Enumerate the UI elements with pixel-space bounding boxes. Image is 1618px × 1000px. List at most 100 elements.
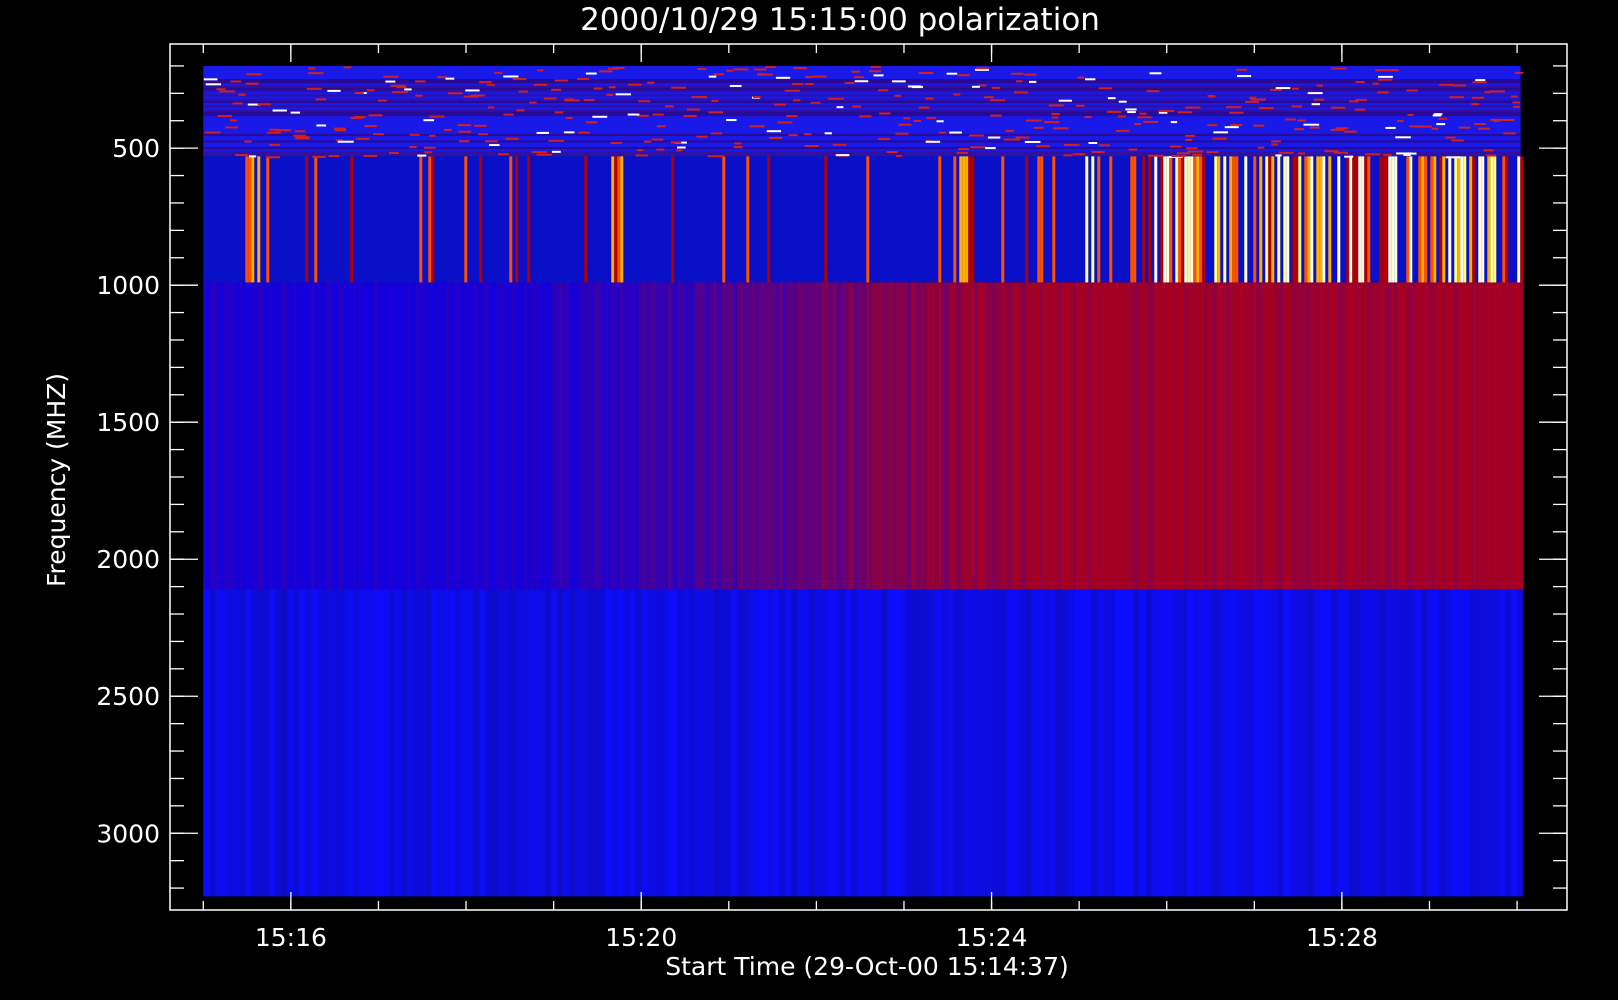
heatmap-column [560,282,564,590]
heatmap-fleck [203,78,218,81]
heatmap-column [1004,282,1008,590]
y-tick-label: 2000 [96,545,160,574]
heatmap-fleck [811,75,827,78]
heatmap-fleck [272,109,287,112]
heatmap-column [599,282,603,590]
heatmap-fleck [327,89,341,92]
heatmap-column [371,589,378,897]
heatmap-column [467,589,474,897]
heatmap-burst [1517,156,1521,283]
heatmap-fleck [1125,108,1137,111]
heatmap-burst [1040,156,1044,283]
heatmap-column [1031,282,1035,590]
heatmap-column [416,282,420,590]
heatmap-fleck [925,97,934,100]
heatmap-fleck [585,72,597,75]
heatmap-column [1097,282,1101,590]
heatmap-column [1496,282,1500,590]
heatmap-column [995,589,1002,897]
heatmap-fleck [1225,106,1242,109]
heatmap-fleck [696,135,708,138]
heatmap-column [917,282,921,590]
heatmap-fleck [1483,149,1494,152]
heatmap-column [941,589,948,897]
heatmap-column [695,589,702,897]
heatmap-fleck [1149,72,1162,75]
heatmap-column [1067,282,1071,590]
heatmap-column [908,282,912,590]
heatmap-column [635,589,642,897]
heatmap-column [863,282,867,590]
heatmap-fleck [1158,110,1175,113]
heatmap-column [659,282,663,590]
heatmap-column [545,282,549,590]
heatmap-column [329,589,336,897]
heatmap-column [1439,282,1443,590]
heatmap-burst [1319,156,1323,283]
heatmap-fleck [1316,84,1323,87]
heatmap-fleck [429,115,445,118]
heatmap-fleck [230,80,242,83]
heatmap-column [1457,282,1461,590]
heatmap-fleck [895,132,909,135]
heatmap-column [1052,282,1056,590]
heatmap-fleck [670,141,682,144]
heatmap-column [1001,589,1008,897]
heatmap-fleck [784,89,800,92]
heatmap-column [1505,589,1512,897]
heatmap-column [254,282,258,590]
heatmap-fleck [1236,68,1248,71]
heatmap-burst [1442,156,1446,283]
heatmap-fleck [518,90,528,93]
heatmap-burst [1097,156,1101,283]
heatmap-column [725,589,732,897]
heatmap-fleck [390,84,406,87]
heatmap-burst [266,156,270,283]
heatmap-fleck [1187,150,1204,153]
heatmap-fleck [1489,90,1505,93]
heatmap-column [1034,282,1038,590]
heatmap-fleck [498,153,509,156]
heatmap-fleck [1025,119,1042,122]
heatmap-column [1295,589,1302,897]
heatmap-column [350,282,354,590]
heatmap-burst [1193,156,1197,283]
heatmap-fleck [328,155,340,158]
heatmap-column [746,282,750,590]
heatmap-column [836,282,840,590]
heatmap-column [719,282,723,590]
heatmap-column [1298,282,1302,590]
heatmap-column [1013,589,1020,897]
heatmap-fleck [295,130,305,133]
heatmap-fleck [1438,117,1448,120]
heatmap-column [1301,589,1308,897]
heatmap-burst [1502,156,1506,283]
heatmap-column [1415,282,1419,590]
heatmap-burst [1181,156,1185,283]
heatmap-column [1517,589,1524,897]
heatmap-column [1271,282,1275,590]
heatmap-fleck [248,155,257,158]
heatmap-column [1487,282,1491,590]
heatmap-column [1385,589,1392,897]
heatmap-column [407,589,414,897]
heatmap-column [827,282,831,590]
heatmap-column [1424,282,1428,590]
heatmap-column [692,282,696,590]
heatmap-fleck [474,124,487,127]
heatmap-stripe [203,147,1521,150]
heatmap-column [851,282,855,590]
heatmap-fleck [238,93,246,96]
heatmap-fleck [1275,87,1291,90]
heatmap-column [881,589,888,897]
heatmap-column [476,282,480,590]
heatmap-column [989,589,996,897]
heatmap-fleck [870,65,881,68]
heatmap-column [821,282,825,590]
heatmap-fleck [990,114,1002,117]
heatmap-fleck [1051,116,1059,119]
heatmap-column [365,282,369,590]
heatmap-column [1190,282,1194,590]
heatmap-fleck [364,125,377,128]
heatmap-column [770,282,774,590]
